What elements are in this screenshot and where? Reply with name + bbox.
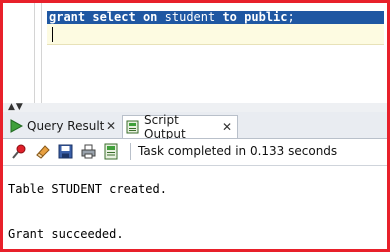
- keyword-to: to: [222, 10, 237, 24]
- tab-script-output[interactable]: Script Output ✕: [122, 113, 238, 141]
- close-icon[interactable]: ✕: [106, 119, 116, 133]
- sql-statement-line[interactable]: grant select on student to public;: [49, 11, 295, 24]
- print-icon: [81, 144, 96, 159]
- text-caret: [52, 27, 53, 42]
- eraser-icon: [36, 145, 50, 159]
- current-line-highlight: [47, 23, 384, 45]
- tab-query-result[interactable]: Query Result ✕: [7, 115, 121, 137]
- output-toolbar: Task completed in 0.133 seconds: [3, 139, 387, 166]
- pin-icon: [12, 144, 26, 159]
- script-button[interactable]: [103, 143, 120, 160]
- script-output-area[interactable]: Table STUDENT created. Grant succeeded.: [3, 166, 387, 249]
- gutter-divider: [34, 3, 35, 103]
- output-line: Table STUDENT created.: [8, 182, 167, 196]
- sql-editor[interactable]: grant select on student to public;: [3, 3, 387, 103]
- script-icon: [104, 143, 118, 160]
- tab-label: Script Output: [144, 113, 186, 141]
- identifier-student: student: [164, 10, 216, 24]
- toolbar-separator: [130, 143, 131, 160]
- splitter-arrows-icon[interactable]: ▲▼: [8, 103, 24, 112]
- keyword-select: select: [92, 10, 136, 24]
- keyword-grant: grant: [49, 10, 86, 24]
- close-icon[interactable]: ✕: [222, 120, 232, 134]
- output-tab-bar: Query Result ✕ Script Output ✕: [3, 112, 387, 141]
- task-status-text: Task completed in 0.133 seconds: [138, 144, 338, 158]
- keyword-public: public: [244, 10, 288, 24]
- gutter-divider: [41, 3, 42, 103]
- save-icon: [58, 144, 73, 159]
- panel-splitter[interactable]: ▲▼: [3, 103, 387, 112]
- window-frame: grant select on student to public; ▲▼ Qu…: [0, 0, 390, 252]
- green-play-icon: [10, 119, 23, 133]
- save-button[interactable]: [57, 143, 74, 160]
- print-button[interactable]: [80, 143, 97, 160]
- output-line: Grant succeeded.: [8, 227, 124, 241]
- clear-button[interactable]: [34, 143, 51, 160]
- script-output-icon: [126, 120, 139, 134]
- statement-terminator: ;: [287, 10, 295, 24]
- tab-label: Query Result: [27, 119, 105, 133]
- keyword-on: on: [142, 10, 158, 24]
- pin-button[interactable]: [11, 143, 28, 160]
